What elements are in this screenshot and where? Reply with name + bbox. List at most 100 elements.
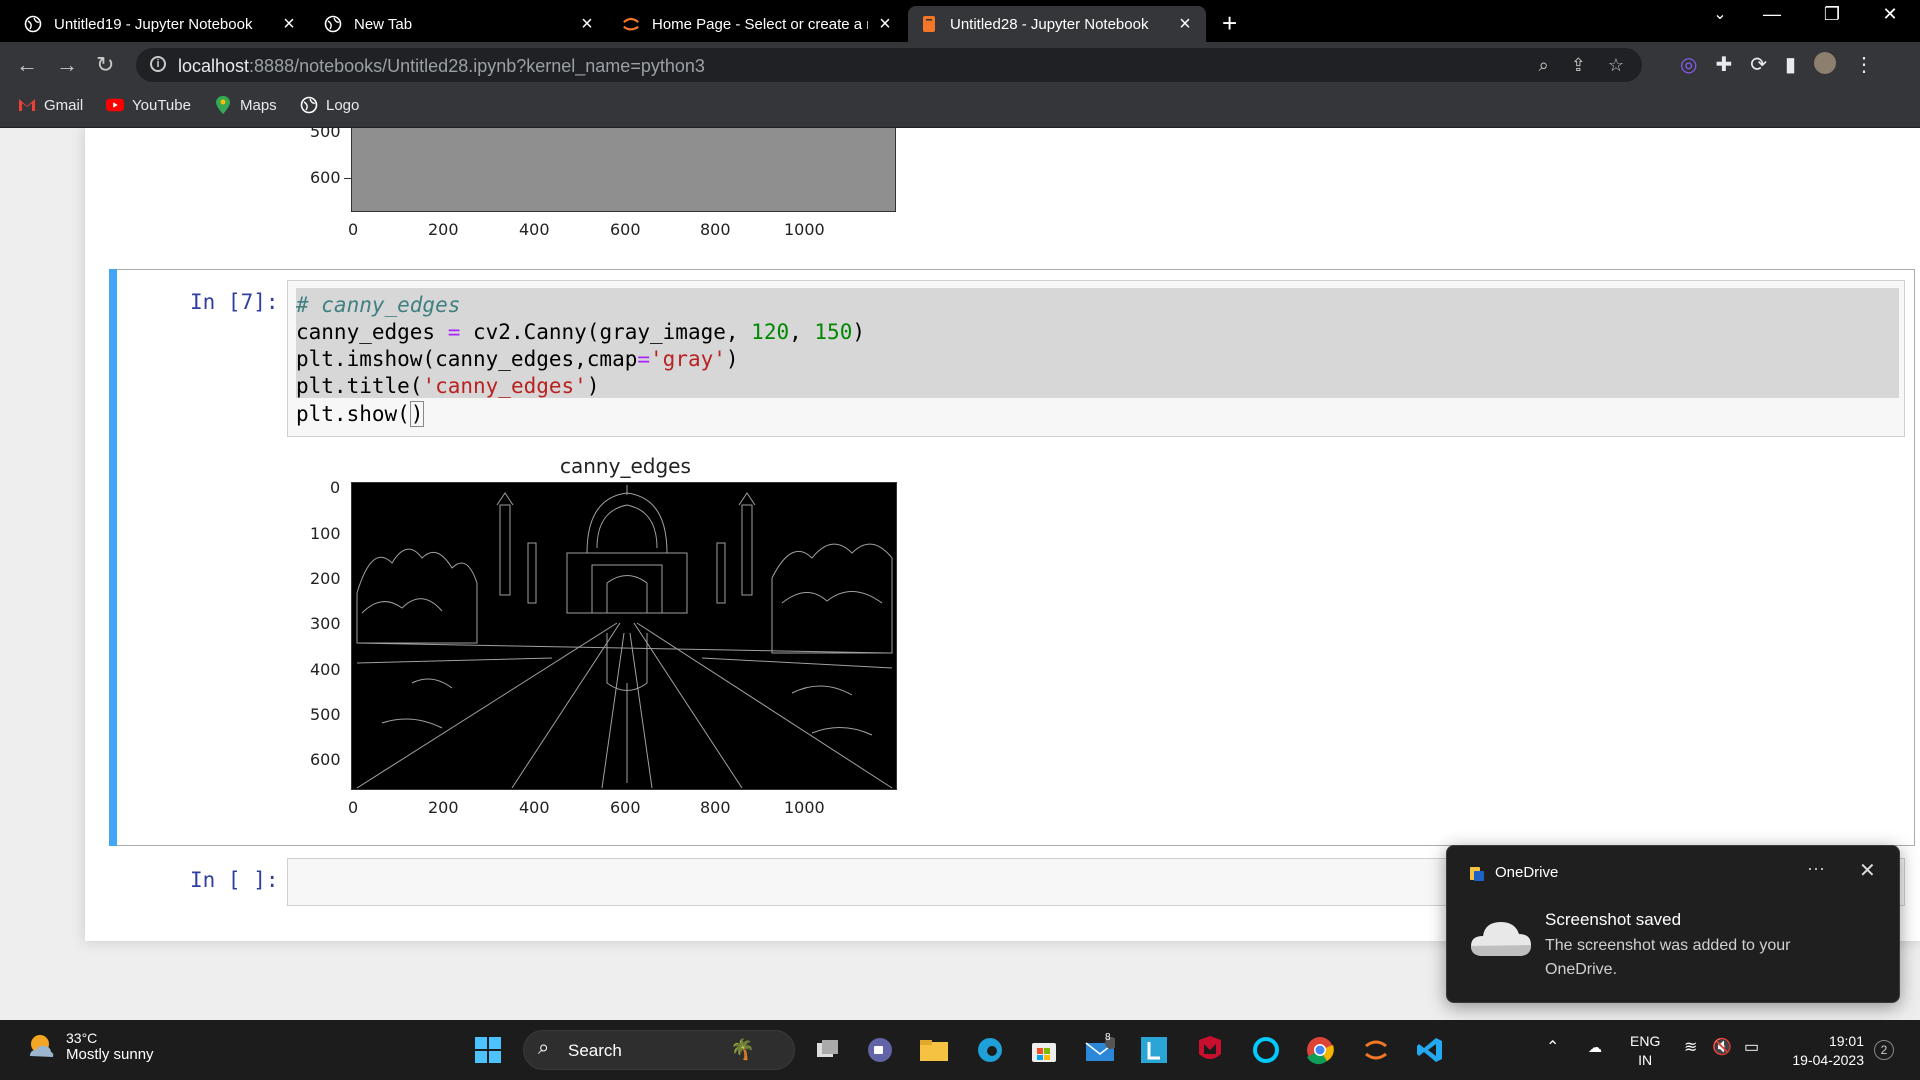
- weather-widget[interactable]: 33°C Mostly sunny: [24, 1030, 154, 1067]
- close-icon[interactable]: ✕: [1859, 858, 1876, 883]
- gmail-icon: [18, 96, 36, 114]
- code-line-5: plt.show(): [296, 401, 425, 427]
- x-tick: 200: [428, 220, 459, 239]
- x-tick: 1000: [784, 798, 825, 817]
- file-explorer-icon[interactable]: [918, 1034, 950, 1066]
- avatar[interactable]: [1814, 52, 1836, 74]
- y-tick: 400: [310, 660, 341, 679]
- code-editor[interactable]: # canny_edges canny_edges = cv2.Canny(gr…: [287, 280, 1905, 437]
- sync-icon[interactable]: ⟳: [1750, 52, 1767, 77]
- url-text[interactable]: localhost:8888/notebooks/Untitled28.ipyn…: [178, 56, 705, 77]
- reload-icon[interactable]: ↻: [96, 52, 114, 78]
- restore-button[interactable]: ❐: [1812, 4, 1852, 25]
- close-tab-icon[interactable]: ×: [1176, 13, 1194, 36]
- tab-search-chevron-icon[interactable]: ⌄: [1700, 4, 1740, 24]
- jupyter-icon[interactable]: [1360, 1034, 1392, 1066]
- y-tick: 0: [330, 478, 341, 497]
- battery-icon[interactable]: ▭: [1744, 1038, 1759, 1057]
- y-tick: 600: [310, 168, 341, 187]
- globe-icon: [24, 15, 42, 33]
- address-bar[interactable]: i localhost:8888/notebooks/Untitled28.ip…: [136, 48, 1642, 82]
- cloud-icon: [1469, 916, 1533, 965]
- bookmarks-bar: Gmail YouTube Maps Logo: [0, 88, 1920, 128]
- region-code: IN: [1638, 1052, 1653, 1068]
- bookmark-label: YouTube: [132, 96, 191, 114]
- mail-icon[interactable]: 8: [1084, 1032, 1116, 1066]
- x-tick: 0: [348, 798, 359, 817]
- minimize-button[interactable]: —: [1752, 4, 1792, 25]
- windows-start-icon[interactable]: [472, 1034, 504, 1066]
- side-panel-icon[interactable]: ▮: [1785, 52, 1796, 77]
- clock[interactable]: 19:01 19-04-2023: [1782, 1032, 1864, 1070]
- menu-dots-icon[interactable]: ⋮: [1854, 52, 1874, 77]
- y-tick: 600: [310, 750, 341, 769]
- onedrive-notification[interactable]: OneDrive ··· ✕ Screenshot saved The scre…: [1446, 845, 1900, 1003]
- jupyter-logo-icon: [622, 15, 640, 33]
- time: 19:01: [1828, 1033, 1864, 1049]
- forward-arrow-icon[interactable]: →: [56, 52, 78, 78]
- weather-condition: Mostly sunny: [66, 1046, 154, 1063]
- cell-prompt: In [7]:: [190, 290, 279, 314]
- alexa-icon[interactable]: [1250, 1034, 1282, 1066]
- info-icon[interactable]: i: [150, 56, 166, 72]
- tab-untitled19[interactable]: Untitled19 - Jupyter Notebook ×: [12, 6, 310, 42]
- cell-prompt: In [ ]:: [190, 868, 279, 892]
- new-tab-button[interactable]: +: [1222, 8, 1237, 39]
- tab-new-tab[interactable]: New Tab ×: [312, 6, 608, 42]
- onedrive-tray-icon[interactable]: ☁: [1588, 1038, 1602, 1057]
- close-window-button[interactable]: ✕: [1870, 4, 1910, 25]
- mail-badge: 8: [1105, 1032, 1111, 1043]
- y-tick: 100: [310, 524, 341, 543]
- task-view-icon[interactable]: [812, 1034, 844, 1066]
- windows-taskbar: 33°C Mostly sunny ⌕ Search 🌴 8 ⌃ ☁ ENG I…: [0, 1020, 1920, 1080]
- back-arrow-icon[interactable]: ←: [16, 52, 38, 78]
- sun-cloud-icon: [24, 1030, 56, 1067]
- close-tab-icon[interactable]: ×: [578, 13, 596, 36]
- search-highlight-icon: 🌴: [730, 1039, 755, 1061]
- close-tab-icon[interactable]: ×: [280, 13, 298, 36]
- show-hidden-icons-chevron[interactable]: ⌃: [1546, 1038, 1559, 1057]
- bookmark-logo[interactable]: Logo: [300, 96, 359, 114]
- toast-app-name: OneDrive: [1495, 864, 1559, 881]
- mcafee-icon[interactable]: [1194, 1034, 1226, 1066]
- code-line-1: # canny_edges: [296, 293, 461, 317]
- bookmark-label: Gmail: [44, 96, 84, 114]
- bookmark-gmail[interactable]: Gmail: [18, 96, 83, 114]
- maps-pin-icon: [214, 96, 232, 114]
- tab-title: New Tab: [354, 15, 413, 33]
- more-options-icon[interactable]: ···: [1807, 858, 1825, 879]
- language-indicator[interactable]: ENG IN: [1630, 1032, 1660, 1070]
- chrome-icon[interactable]: [1304, 1034, 1336, 1066]
- y-tick: 300: [310, 614, 341, 633]
- edge-icon[interactable]: [974, 1034, 1006, 1066]
- wifi-icon[interactable]: ≋: [1684, 1038, 1697, 1057]
- bookmark-star-icon[interactable]: ☆: [1608, 55, 1624, 76]
- puzzle-icon[interactable]: ✚: [1715, 52, 1732, 77]
- bookmark-maps[interactable]: Maps: [214, 96, 277, 114]
- extension-icon[interactable]: ◎: [1680, 52, 1697, 77]
- vscode-icon[interactable]: [1414, 1034, 1446, 1066]
- y-tick: 200: [310, 569, 341, 588]
- tab-untitled28[interactable]: Untitled28 - Jupyter Notebook ×: [908, 6, 1206, 42]
- l-app-icon[interactable]: [1138, 1034, 1170, 1066]
- close-tab-icon[interactable]: ×: [876, 13, 894, 36]
- browser-toolbar: ← → ↻ i localhost:8888/notebooks/Untitle…: [0, 42, 1920, 88]
- notification-count-badge[interactable]: 2: [1874, 1040, 1894, 1060]
- x-tick: 400: [519, 220, 550, 239]
- bookmark-youtube[interactable]: YouTube: [106, 96, 191, 114]
- taskbar-search[interactable]: ⌕ Search 🌴: [523, 1030, 795, 1070]
- tab-title: Home Page - Select or create a n: [652, 15, 868, 33]
- zoom-icon[interactable]: ⌕: [1539, 55, 1549, 76]
- y-tick: 500: [310, 705, 341, 724]
- tab-home-page[interactable]: Home Page - Select or create a n ×: [610, 6, 906, 42]
- previous-output-image: [351, 128, 896, 212]
- x-tick: 1000: [784, 220, 825, 239]
- store-icon[interactable]: [1028, 1034, 1060, 1066]
- teams-chat-icon[interactable]: [864, 1034, 896, 1066]
- language-code: ENG: [1630, 1033, 1661, 1049]
- share-icon[interactable]: ⇪: [1571, 55, 1586, 76]
- url-path: :8888/notebooks/Untitled28.ipynb?kernel_…: [249, 56, 705, 76]
- temperature: 33°C: [66, 1030, 98, 1046]
- speaker-muted-icon[interactable]: 🔇: [1712, 1038, 1732, 1057]
- cell-selection-bar: [109, 269, 117, 846]
